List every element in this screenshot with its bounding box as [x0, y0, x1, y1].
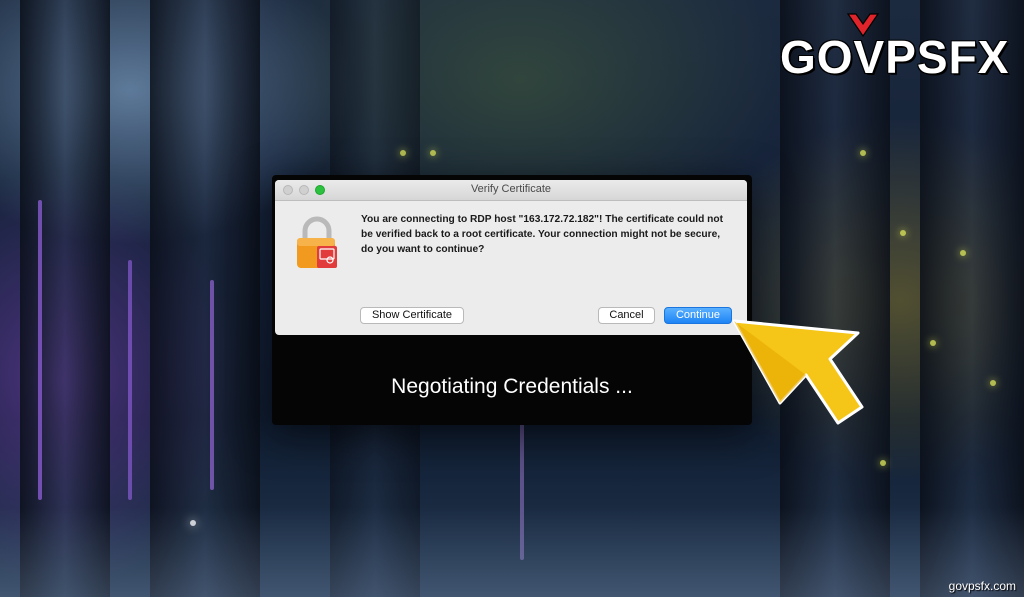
status-led: [880, 460, 886, 466]
rack-light: [128, 260, 132, 500]
cancel-button[interactable]: Cancel: [598, 307, 655, 324]
status-led: [900, 230, 906, 236]
connection-status: Negotiating Credentials ...: [391, 375, 633, 398]
status-led: [960, 250, 966, 256]
rack-light: [38, 200, 42, 500]
status-led: [990, 380, 996, 386]
watermark: govpsfx.com: [948, 579, 1016, 593]
lock-certificate-icon: [297, 216, 337, 268]
dialog-message: You are connecting to RDP host "163.172.…: [361, 214, 723, 255]
continue-button[interactable]: Continue: [664, 307, 732, 324]
status-led: [860, 150, 866, 156]
dialog-titlebar: Verify Certificate: [275, 180, 747, 201]
logo-chevron-icon: [846, 13, 880, 38]
status-led: [430, 150, 436, 156]
rack-light: [210, 280, 214, 490]
govpsfx-logo: GOVPSFX: [780, 31, 1010, 83]
pointer-arrow-icon: [732, 319, 864, 425]
status-led: [400, 150, 406, 156]
verify-certificate-dialog: Verify Certificate You are connecting to…: [275, 180, 747, 335]
floor-reflection: [0, 507, 1024, 597]
show-certificate-button[interactable]: Show Certificate: [360, 307, 464, 324]
dialog-title: Verify Certificate: [470, 183, 552, 195]
status-led: [930, 340, 936, 346]
